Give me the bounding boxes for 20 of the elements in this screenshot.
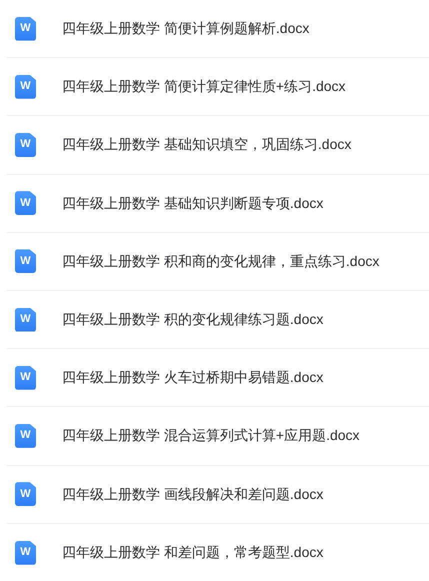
file-name[interactable]: 四年级上册数学 和差问题，常考题型.docx [62,542,324,564]
file-name[interactable]: 四年级上册数学 基础知识判断题专项.docx [62,192,324,214]
file-name[interactable]: 四年级上册数学 火车过桥期中易错题.docx [62,367,324,388]
file-name[interactable]: 四年级上册数学 简便计算例题解析.docx [62,18,310,40]
document-icon: W [15,540,36,565]
file-name[interactable]: 四年级上册数学 简便计算定律性质+练习.docx [62,76,346,98]
file-name[interactable]: 四年级上册数学 基础知识填空，巩固练习.docx [62,134,352,156]
document-icon: W [15,74,36,99]
document-icon: W [15,249,36,274]
file-name[interactable]: 四年级上册数学 积和商的变化规律，重点练习.docx [62,250,380,272]
document-icon: W [15,482,36,506]
document-icon: W [15,366,36,390]
document-icon: W [15,132,36,157]
document-icon: W [15,308,36,332]
file-name[interactable]: 四年级上册数学 积的变化规律练习题.docx [62,309,324,330]
document-icon: W [15,424,36,448]
file-name[interactable]: 四年级上册数学 画线段解决和差问题.docx [62,484,324,505]
file-name[interactable]: 四年级上册数学 混合运算列式计算+应用题.docx [62,425,360,446]
document-icon: W [15,191,36,216]
document-icon: W [15,16,36,41]
